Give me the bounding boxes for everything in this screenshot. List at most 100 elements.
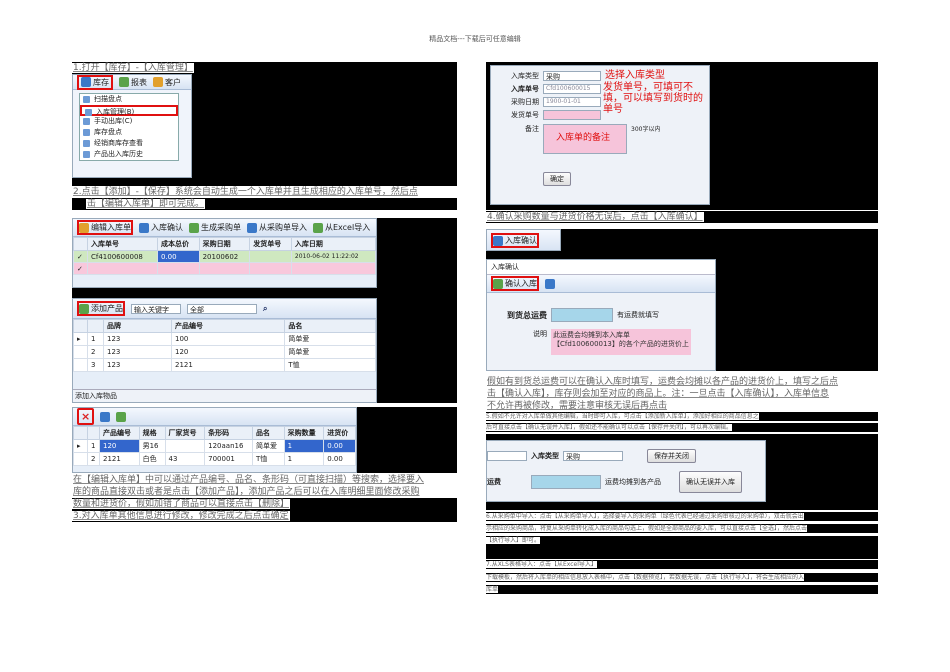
doc-icon <box>189 222 199 233</box>
page-header: 精品文档---下载后可任意编辑 <box>429 35 521 43</box>
freight-input[interactable] <box>551 308 613 322</box>
import-icon <box>247 222 257 233</box>
black-fill-10 <box>716 259 878 371</box>
keyword-input[interactable]: 输入关键字 <box>131 303 181 314</box>
black-fill-8 <box>561 229 878 251</box>
add-product-button[interactable]: 添加产品 <box>77 301 125 316</box>
screenshot-inbound-list: 编辑入库单 入库确认 生成采购单 从采购单导入 从Excel导入 + × 入库单… <box>72 218 377 288</box>
table-row[interactable]: 2 123 120 简单爱 <box>73 345 376 359</box>
confirm-in-button[interactable]: 确认入库 <box>491 276 539 291</box>
step2-para-1: 在【编辑入库单】中可以通过产品编号、品名、条形码（可直接扫描）等搜索，选择要入 <box>72 475 426 485</box>
para6-line2: 示相应的采购商品，将复从采购单转化成入库的商品勾选上，假如是全部商品的要入库，可… <box>486 524 878 533</box>
refresh-icon[interactable] <box>545 278 555 289</box>
confirm-icon <box>493 278 503 289</box>
refresh-icon[interactable] <box>116 411 127 422</box>
black-fill-9 <box>486 251 878 259</box>
shipping-note: 发货单号，可填可不填，可以填写到货时的单号 <box>603 82 703 115</box>
import-excel-button[interactable]: 从Excel导入 <box>313 222 370 233</box>
freight-description: 此运费会均摊到本入库单【Cfd100600013】的各个产品的进货价上 <box>551 329 691 355</box>
date-field[interactable]: 1900-01-01 <box>543 96 601 107</box>
type-select[interactable]: 采购 <box>543 70 601 81</box>
screenshot-confirm-button: 入库确认 <box>486 229 561 251</box>
type2-select[interactable]: 采购 <box>563 450 623 461</box>
para6-line1: 6.从采购单中导入：点击【从采购单导入】，选择要导入的采购单（绿色代表已经通过采… <box>486 512 878 521</box>
menu-item-stocktake[interactable]: 库存盘点 <box>80 127 178 138</box>
step2-line1: 2.点击【添加】-【保存】系统会自动生成一个入库单并且生成相应的入库单号，然后点 <box>72 187 419 197</box>
save-icon[interactable] <box>100 411 111 422</box>
import-purchase-button[interactable]: 从采购单导入 <box>247 222 307 233</box>
product-grid: 品牌 产品编号 品名 ▸ 1 123 100 简单爱 2 123 120 简单爱 3 123 2121… <box>73 319 376 372</box>
screenshot-add-product: 添加产品 输入关键字 全部 ⌕ 品牌 产品编号 品名 ▸ 1 123 100 简单爱 2 12… <box>72 298 377 403</box>
gen-purchase-button[interactable]: 生成采购单 <box>189 222 241 233</box>
menu-item-history[interactable]: 产品出入库历史 <box>80 149 178 160</box>
confirm-icon <box>139 222 149 233</box>
black-fill-6 <box>357 407 457 473</box>
table-row[interactable]: ▸ 1 120 男16 120aan16 简单爱 1 0.00 <box>73 439 356 453</box>
box-icon <box>81 77 91 87</box>
shipping-no-field[interactable] <box>543 109 601 120</box>
screenshot-item-detail: × 产品编号 规格 厂家货号 条形码 品名 采购数量 进货价 ▸ 1 120 男16 120aan… <box>72 407 357 473</box>
black-fill-3 <box>377 218 457 288</box>
para5-line2: 后可直接点击【确认无误并入库】，假如还不能确认可以点击【保存并关闭】，可以再次编… <box>486 423 878 432</box>
freight2-input[interactable] <box>531 475 601 489</box>
step3-text: 3.对入库单其他信息进行修改，修改完成之后点击确定 <box>72 510 457 522</box>
black-fill-12 <box>486 545 878 559</box>
para7-line2: 下载模板，然后将入库单的相应信息放入表格中，点击【数据预览】，若数据无误，点击【… <box>486 573 878 582</box>
tab-add-items[interactable]: 添加入库物品 <box>73 389 376 402</box>
confirm-inbound-button[interactable]: 入库确认 <box>491 233 539 248</box>
black-fill-1 <box>192 74 457 178</box>
step2-para-3: 数量和进货价，假如加错了商品可以直接点击【删除】 <box>72 498 457 510</box>
inbound-grid: 入库单号 成本总价 采购日期 发货单号 入库日期 ✓ Cf4100600008 0.00 20… <box>73 237 376 275</box>
table-row[interactable]: 2 2121 白色 43 700001 T恤 1 0.00 <box>73 452 356 466</box>
menu-item-dealer-stock[interactable]: 经销商库存查看 <box>80 138 178 149</box>
para4-line1: 假如有到货总运费可以在确认入库时填写，运费会均摊以各产品的进货价上，填写之后点 <box>486 377 840 387</box>
confirm-save-in-button[interactable]: 确认无误并入库 <box>679 471 742 493</box>
black-fill-5 <box>377 298 457 403</box>
para6-line3: 【执行导入】即可。 <box>486 536 878 545</box>
edit-icon <box>79 222 89 233</box>
black-fill-4 <box>72 288 457 298</box>
chart-icon <box>119 77 129 87</box>
step2-para-2: 库的商品直接双击或者是点击【添加产品】，添加产品之后可以在入库明细里面修改采购 <box>72 487 421 497</box>
save-close-button[interactable]: 保存并关闭 <box>647 448 696 463</box>
menu-stock[interactable]: 库存 <box>77 75 113 90</box>
ok-button[interactable]: 确定 <box>543 172 571 186</box>
dropdown-field[interactable] <box>487 450 527 461</box>
step1-text: 1.打开【库存】-【入库管理】 <box>72 62 457 74</box>
screenshot-inbound-form: 入库类型 采购 选择入库类型 入库单号 Cfd100600015 采购日期 1900-0… <box>490 65 710 205</box>
confirm-inbound-button[interactable]: 入库确认 <box>139 222 183 233</box>
delete-icon[interactable]: × <box>77 408 95 425</box>
step2-line2: 击【编辑入库单】即可完成。 <box>72 198 457 210</box>
step4-text: 4.确认采购数量与进货价格无误后，点击【入库确认】 <box>486 211 878 223</box>
para7-line1: 7.从XLS表格导入：点击【从Excel导入】 <box>486 560 878 569</box>
black-fill-2 <box>72 178 457 186</box>
screenshot-stock-menu: 库存 报表 客户 扫描盘点 入库管理(B) 手动出库(C) 库存盘点 经销商库存… <box>72 74 192 178</box>
add-icon <box>79 303 89 314</box>
para4-line3: 不允许再被修改，需要注意审核无误后再点击 <box>486 401 669 411</box>
table-row[interactable]: 3 123 2121 T恤 <box>73 358 376 372</box>
category-select[interactable]: 全部 <box>187 303 257 314</box>
menu-report[interactable]: 报表 <box>119 77 147 88</box>
confirm-icon <box>493 235 503 246</box>
menu-item-inbound[interactable]: 入库管理(B) <box>80 105 178 116</box>
inbound-no-field[interactable]: Cfd100600015 <box>543 83 601 94</box>
para5-line1: 5.假如不允许对入库单做其他编辑，当时即可入库，可点击【添加新入库单】，添加好相… <box>486 412 878 421</box>
menu-customer[interactable]: 客户 <box>153 77 181 88</box>
stock-dropdown: 扫描盘点 入库管理(B) 手动出库(C) 库存盘点 经销商库存查看 产品出入库历… <box>79 93 179 161</box>
table-row[interactable]: ▸ 1 123 100 简单爱 <box>73 332 376 346</box>
user-icon <box>153 77 163 87</box>
para7-line3: 库单 <box>486 585 878 594</box>
para4-line2: 击【确认入库】，库存则会加至对应的商品上。注：一旦点击【入库确认】，入库单信息 <box>486 389 831 399</box>
edit-inbound-button[interactable]: 编辑入库单 <box>77 220 133 235</box>
table-row[interactable]: ✓ Cf4100600008 0.00 20100602 2010-06-02 11:2… <box>73 250 376 263</box>
screenshot-new-inbound: 入库类型 采购 保存并关闭 运费 运费均摊到各产品 确认无误并入库 <box>486 440 766 502</box>
item-grid: 产品编号 规格 厂家货号 条形码 品名 采购数量 进货价 ▸ 1 120 男16 120aan16… <box>73 426 356 466</box>
menu-item-manual-out[interactable]: 手动出库(C) <box>80 116 178 127</box>
search-icon[interactable]: ⌕ <box>263 304 267 314</box>
panel-title: 入库确认 <box>487 260 715 275</box>
screenshot-confirm-panel: 入库确认 确认入库 到货总运费 有运费就填写 说明 此运费会均摊到本入库单【Cf… <box>486 259 716 371</box>
menu-item-scan[interactable]: 扫描盘点 <box>80 94 178 105</box>
excel-icon <box>313 222 323 233</box>
remark-field[interactable]: 入库单的备注 <box>543 124 627 154</box>
table-row[interactable]: ✓ <box>73 262 376 275</box>
